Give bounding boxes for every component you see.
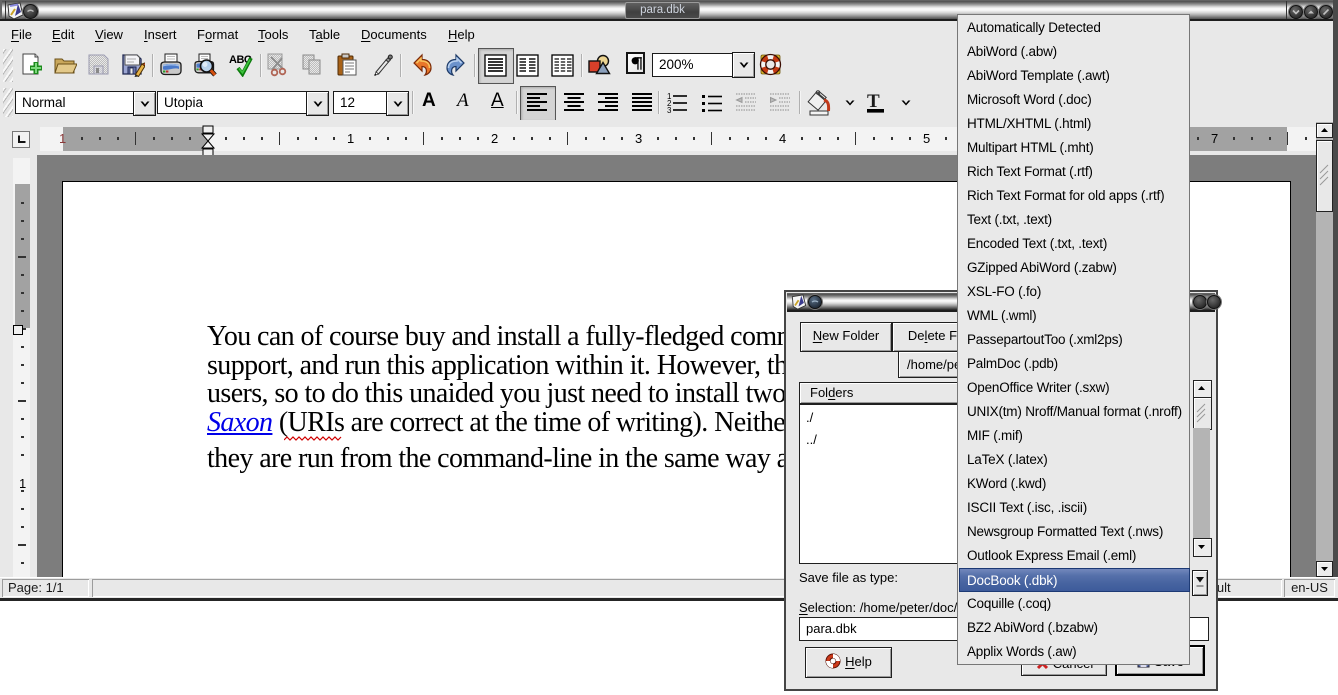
svg-text:T: T bbox=[867, 91, 880, 112]
svg-text:3: 3 bbox=[667, 106, 672, 114]
